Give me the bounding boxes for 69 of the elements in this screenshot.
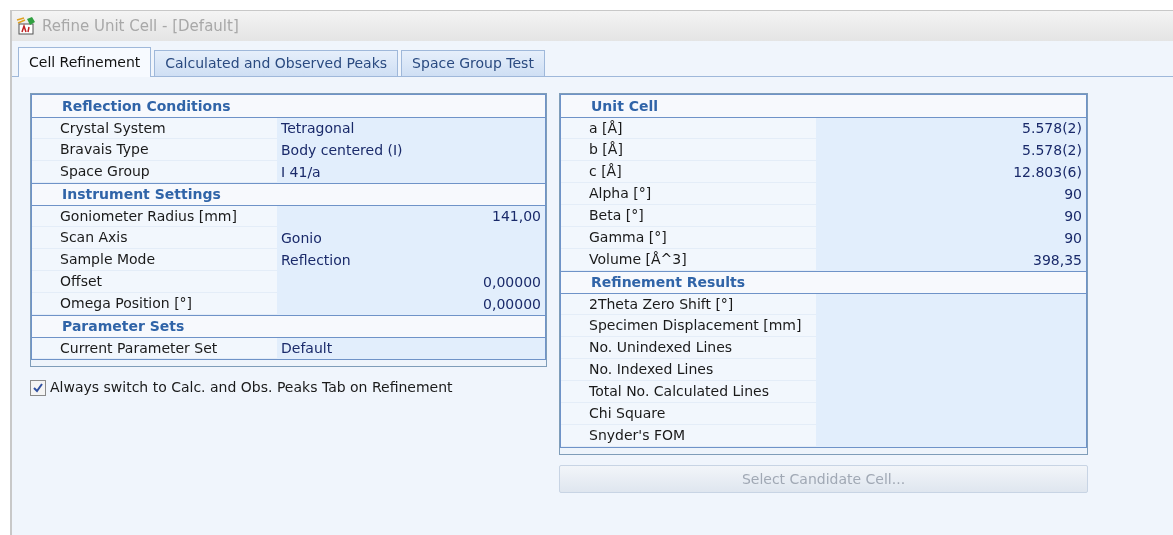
property-label: b [Å]	[589, 140, 623, 159]
section-header: Refinement Results	[591, 273, 746, 292]
property-value-cell[interactable]: 0,00000	[277, 293, 545, 315]
property-value-cell[interactable]: 90	[816, 183, 1086, 205]
property-value: 0,00000	[483, 294, 541, 314]
property-value: 12.803(6)	[1013, 162, 1082, 182]
property-label: c [Å]	[589, 162, 622, 181]
property-label: Beta [°]	[589, 206, 644, 225]
property-value: Reflection	[281, 250, 351, 270]
window-title: Refine Unit Cell - [Default]	[42, 15, 239, 37]
tab[interactable]: Calculated and Observed Peaks	[154, 50, 399, 76]
property-label: Omega Position [°]	[60, 294, 193, 313]
property-value-cell[interactable]: 0,00000	[277, 271, 545, 293]
property-value-cell[interactable]: 398,35	[816, 249, 1086, 271]
property-label: Offset	[60, 272, 103, 291]
property-value: 0,00000	[483, 272, 541, 292]
section-header: Reflection Conditions	[62, 96, 231, 116]
property-label: Scan Axis	[60, 228, 128, 247]
checkbox[interactable]	[30, 379, 46, 396]
property-value: 90	[1064, 228, 1082, 248]
property-value-cell[interactable]	[816, 425, 1086, 447]
checkbox-label: Always switch to Calc. and Obs. Peaks Tab on Refinement	[50, 378, 453, 397]
property-value: 90	[1064, 206, 1082, 226]
property-label: Gamma [°]	[589, 228, 667, 247]
property-value: 5.578(2)	[1022, 140, 1082, 160]
property-label: Volume [Å^3]	[589, 250, 687, 269]
property-value: Tetragonal	[281, 119, 355, 138]
property-label: Crystal System	[60, 118, 166, 138]
property-value-cell[interactable]: 90	[816, 227, 1086, 249]
property-label: a [Å]	[589, 118, 623, 138]
property-label: Current Parameter Set	[60, 338, 218, 358]
property-label: 2Theta Zero Shift [°]	[589, 294, 734, 314]
property-value-cell[interactable]: I 41/a	[277, 161, 545, 183]
property-value: Default	[281, 339, 333, 358]
property-label: No. Unindexed Lines	[589, 338, 733, 357]
property-label: Sample Mode	[60, 250, 156, 269]
property-value-cell[interactable]: Gonio	[277, 227, 545, 249]
property-value-cell[interactable]: Body centered (I)	[277, 139, 545, 161]
tab[interactable]: Space Group Test	[401, 50, 545, 76]
property-label: Specimen Displacement [mm]	[589, 316, 802, 335]
property-value-cell[interactable]: 12.803(6)	[816, 161, 1086, 183]
property-label: No. Indexed Lines	[589, 360, 714, 379]
property-value: 398,35	[1033, 250, 1082, 270]
property-value: 141,00	[492, 207, 541, 226]
property-label: Space Group	[60, 162, 150, 181]
property-value-cell[interactable]: 90	[816, 205, 1086, 227]
property-value-cell[interactable]: 141,00	[277, 206, 545, 227]
property-value: I 41/a	[281, 162, 321, 182]
property-value: Body centered (I)	[281, 140, 403, 160]
property-value: 90	[1064, 184, 1082, 204]
property-value-cell[interactable]: Tetragonal	[277, 118, 545, 139]
property-label: Alpha [°]	[589, 184, 652, 203]
property-value: Gonio	[281, 228, 322, 248]
property-label: Goniometer Radius [mm]	[60, 206, 237, 226]
property-value-cell[interactable]: 5.578(2)	[816, 118, 1086, 139]
property-value: 5.578(2)	[1022, 119, 1082, 138]
property-value-cell[interactable]: 5.578(2)	[816, 139, 1086, 161]
section-header: Unit Cell	[591, 96, 659, 116]
property-label: Chi Square	[589, 404, 666, 423]
section-header: Instrument Settings	[62, 185, 221, 204]
property-value-cell[interactable]: Reflection	[277, 249, 545, 271]
property-value-cell[interactable]	[816, 294, 1086, 315]
tab[interactable]: Cell Refinement	[18, 47, 152, 77]
section-header: Parameter Sets	[62, 317, 185, 336]
app-icon	[16, 16, 36, 36]
property-label: Total No. Calculated Lines	[589, 382, 770, 401]
property-label: Snyder's FOM	[589, 426, 686, 445]
property-value-cell[interactable]: Default	[277, 338, 545, 359]
property-label: Bravais Type	[60, 140, 149, 159]
